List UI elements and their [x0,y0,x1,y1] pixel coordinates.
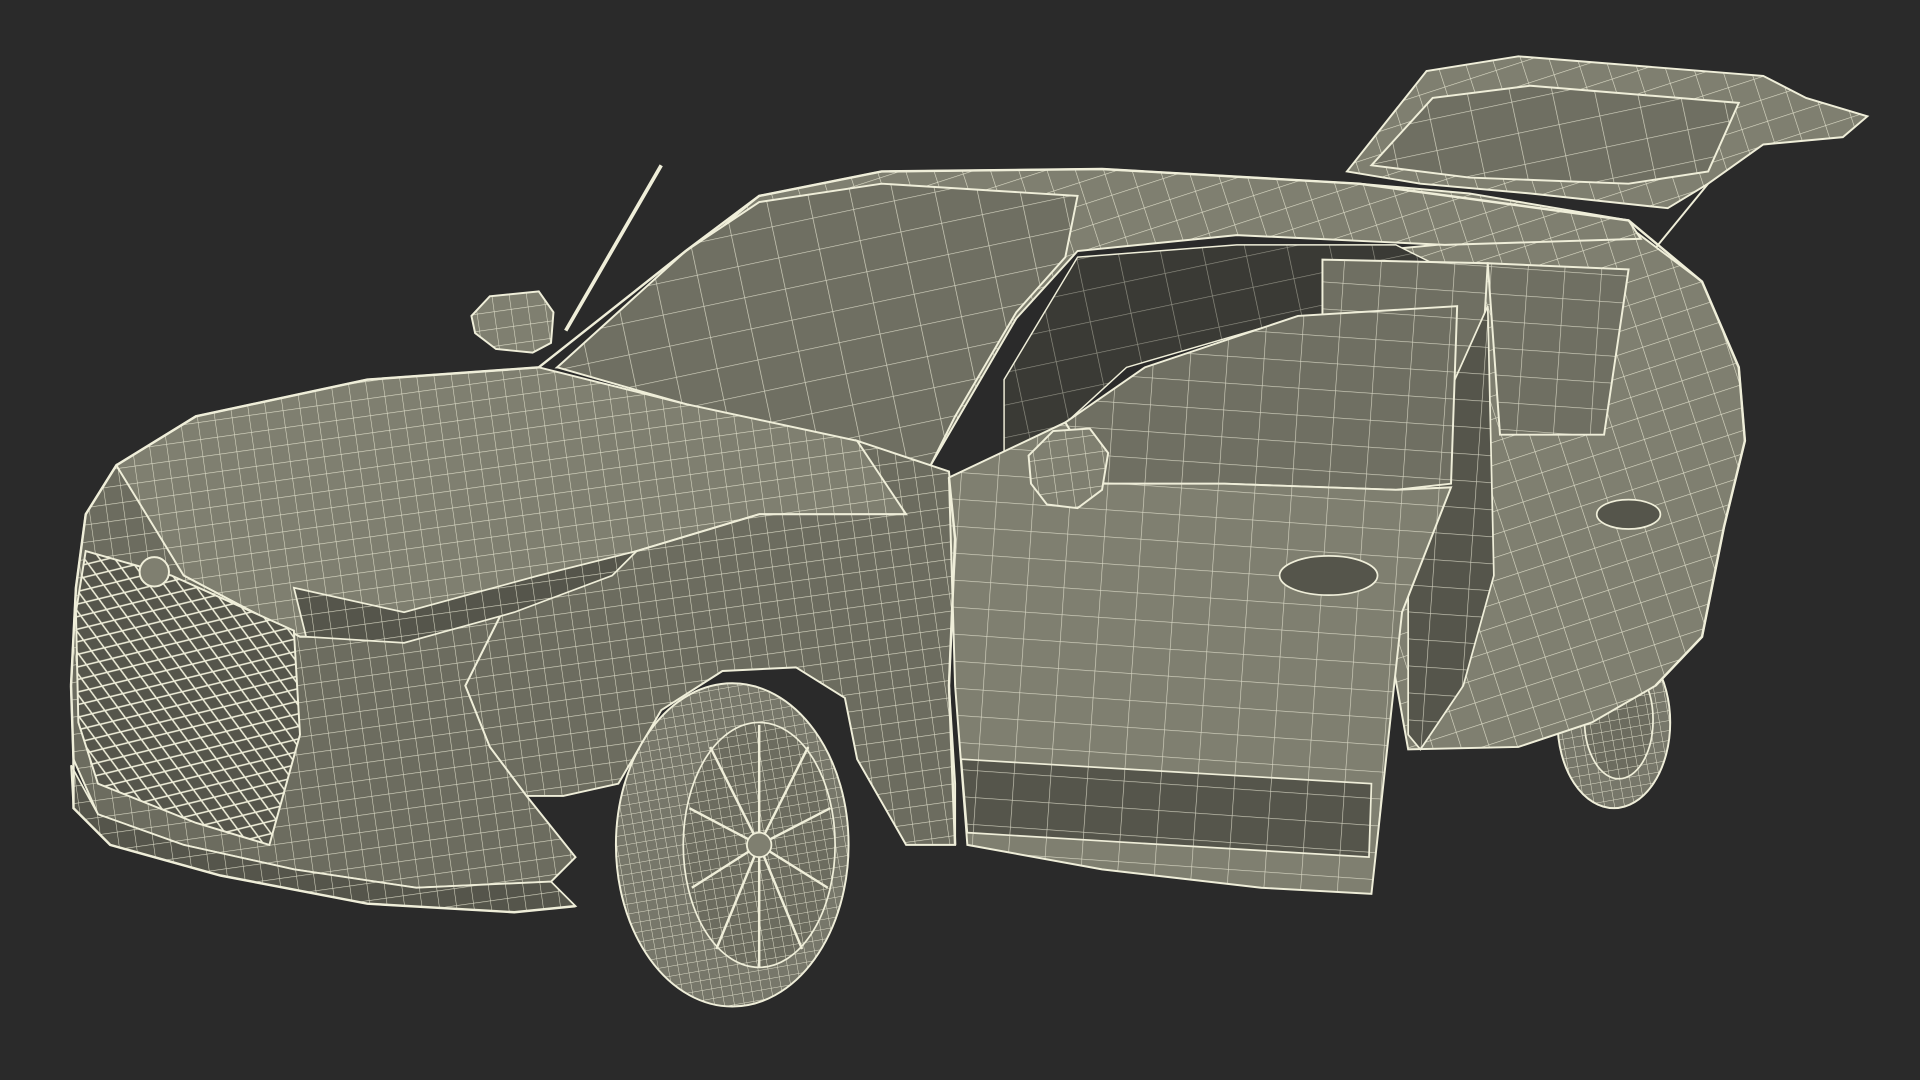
wireframe-scene [0,0,1920,1080]
render-viewport [0,0,1920,1080]
front-wheel [614,682,850,1008]
